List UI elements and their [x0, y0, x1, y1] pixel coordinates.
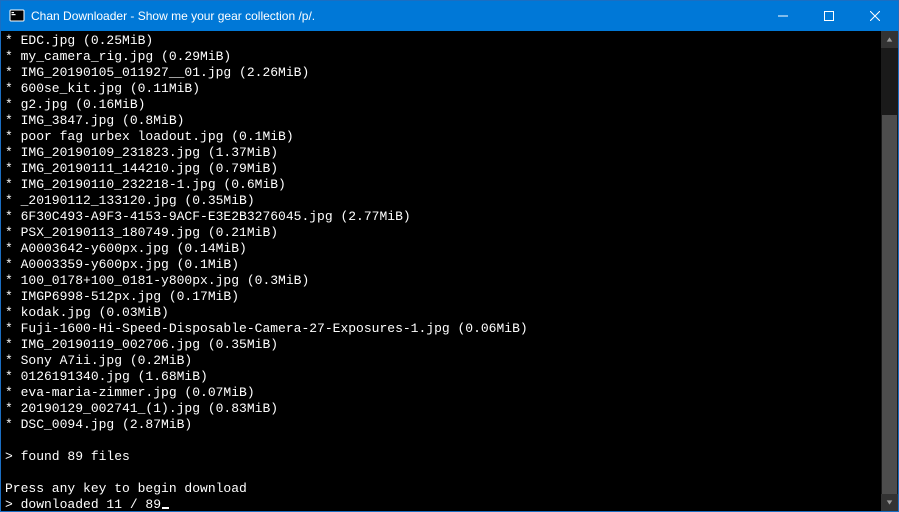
file-line: * 600se_kit.jpg (0.11MiB) [5, 81, 881, 97]
file-line: * IMG_20190119_002706.jpg (0.35MiB) [5, 337, 881, 353]
text-cursor [162, 507, 169, 509]
file-line: * 100_0178+100_0181-y800px.jpg (0.3MiB) [5, 273, 881, 289]
file-line: * 6F30C493-A9F3-4153-9ACF-E3E2B3276045.j… [5, 209, 881, 225]
file-line: * PSX_20190113_180749.jpg (0.21MiB) [5, 225, 881, 241]
file-line: * IMG_20190111_144210.jpg (0.79MiB) [5, 161, 881, 177]
file-line: * A0003642-y600px.jpg (0.14MiB) [5, 241, 881, 257]
app-icon [9, 8, 25, 24]
vertical-scrollbar[interactable] [881, 31, 898, 511]
app-window: Chan Downloader - Show me your gear coll… [0, 0, 899, 512]
file-line: * my_camera_rig.jpg (0.29MiB) [5, 49, 881, 65]
found-line: > found 89 files [5, 449, 881, 465]
titlebar[interactable]: Chan Downloader - Show me your gear coll… [1, 1, 898, 31]
file-line: * IMGP6998-512px.jpg (0.17MiB) [5, 289, 881, 305]
minimize-button[interactable] [760, 1, 806, 31]
progress-line: > downloaded 11 / 89 [5, 497, 881, 511]
file-line: * kodak.jpg (0.03MiB) [5, 305, 881, 321]
file-line: * IMG_20190105_011927__01.jpg (2.26MiB) [5, 65, 881, 81]
client-area: * EDC.jpg (0.25MiB)* my_camera_rig.jpg (… [1, 31, 898, 511]
scroll-track[interactable] [881, 48, 898, 494]
file-line: * IMG_20190110_232218-1.jpg (0.6MiB) [5, 177, 881, 193]
file-line: * eva-maria-zimmer.jpg (0.07MiB) [5, 385, 881, 401]
file-line: * DSC_0094.jpg (2.87MiB) [5, 417, 881, 433]
file-line: * 20190129_002741_(1).jpg (0.83MiB) [5, 401, 881, 417]
file-line: * IMG_20190109_231823.jpg (1.37MiB) [5, 145, 881, 161]
scroll-down-button[interactable] [881, 494, 898, 511]
titlebar-left: Chan Downloader - Show me your gear coll… [1, 1, 315, 31]
file-line: * 0126191340.jpg (1.68MiB) [5, 369, 881, 385]
window-controls [760, 1, 898, 31]
file-line: * Fuji-1600-Hi-Speed-Disposable-Camera-2… [5, 321, 881, 337]
file-line: * A0003359-y600px.jpg (0.1MiB) [5, 257, 881, 273]
file-line: * poor fag urbex loadout.jpg (0.1MiB) [5, 129, 881, 145]
close-button[interactable] [852, 1, 898, 31]
prompt-line: Press any key to begin download [5, 481, 881, 497]
maximize-button[interactable] [806, 1, 852, 31]
file-line: * Sony A7ii.jpg (0.2MiB) [5, 353, 881, 369]
window-title: Chan Downloader - Show me your gear coll… [31, 9, 315, 23]
blank-line [5, 433, 881, 449]
file-line: * _20190112_133120.jpg (0.35MiB) [5, 193, 881, 209]
scroll-up-button[interactable] [881, 31, 898, 48]
file-line: * IMG_3847.jpg (0.8MiB) [5, 113, 881, 129]
scroll-thumb[interactable] [882, 115, 897, 494]
file-line: * g2.jpg (0.16MiB) [5, 97, 881, 113]
console-output: * EDC.jpg (0.25MiB)* my_camera_rig.jpg (… [1, 31, 881, 511]
blank-line [5, 465, 881, 481]
file-line: * EDC.jpg (0.25MiB) [5, 33, 881, 49]
